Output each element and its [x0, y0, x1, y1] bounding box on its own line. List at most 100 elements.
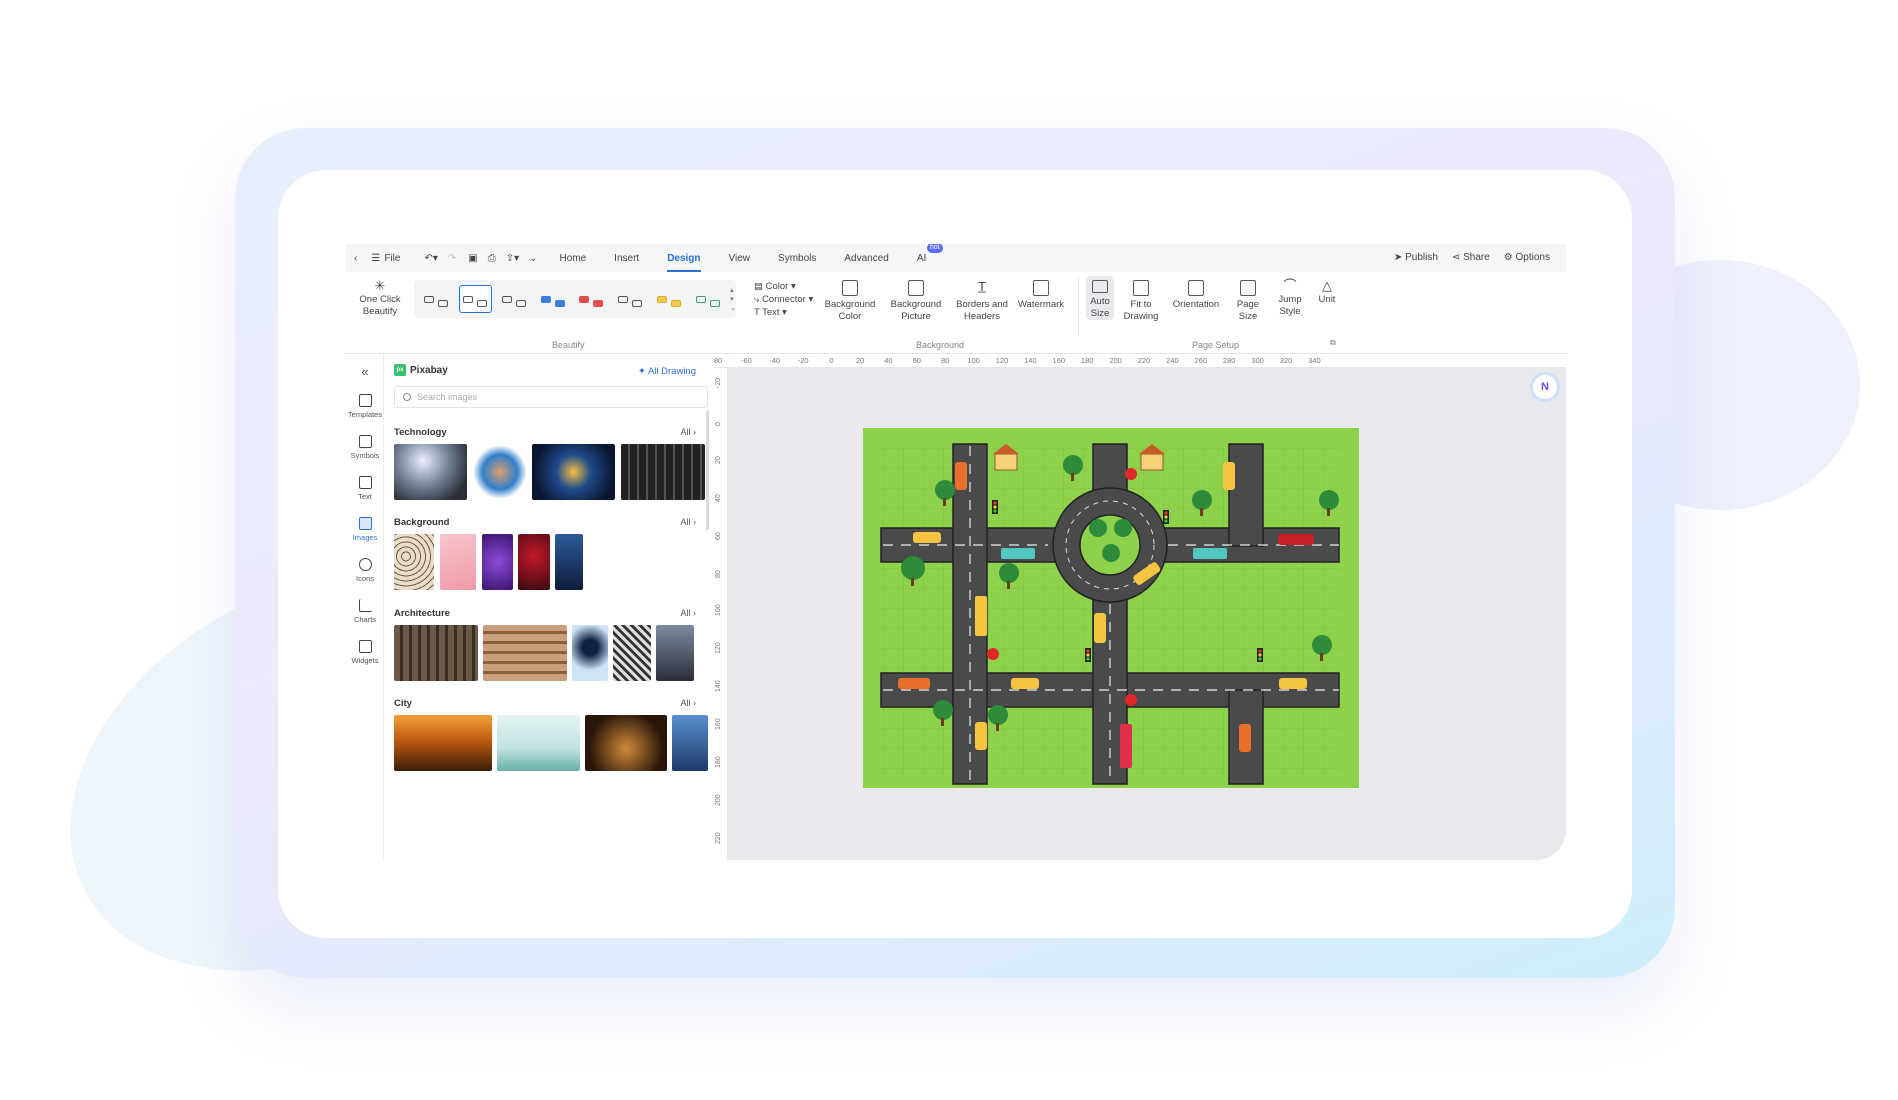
- image-thumb[interactable]: [585, 715, 667, 771]
- style-option[interactable]: [536, 285, 569, 313]
- jump-style-icon: ⌒: [1283, 278, 1297, 293]
- more-icon[interactable]: ⌄: [529, 253, 537, 264]
- image-thumb[interactable]: [572, 625, 608, 681]
- print-icon[interactable]: ⎙: [488, 253, 496, 264]
- jump-style-button[interactable]: ⌒ Jump Style: [1272, 278, 1308, 318]
- one-click-beautify-button[interactable]: ✳ One Click Beautify: [354, 279, 406, 318]
- undo-icon[interactable]: ↶▾: [424, 253, 437, 264]
- ruler-tick-label: 220: [1137, 356, 1151, 365]
- unit-label: Unit: [1318, 294, 1336, 305]
- rail-item-widgets[interactable]: Widgets: [346, 640, 384, 665]
- chevron-left-icon[interactable]: ‹: [354, 253, 357, 264]
- image-thumb[interactable]: [394, 444, 467, 500]
- background-color-button[interactable]: Background Color: [820, 280, 880, 323]
- fit-to-drawing-icon: [1133, 280, 1149, 296]
- image-thumb[interactable]: [613, 625, 651, 681]
- tab-design[interactable]: Design: [667, 253, 701, 272]
- connector-dropdown[interactable]: ⤷ Connector ▾: [754, 293, 813, 306]
- road-map-diagram[interactable]: [863, 428, 1359, 788]
- drawing-canvas[interactable]: N: [728, 368, 1566, 860]
- ruler-tick-label: 60: [715, 532, 722, 540]
- redo-icon[interactable]: ↷: [448, 253, 456, 264]
- file-menu[interactable]: ☰ File: [371, 253, 400, 264]
- image-thumb[interactable]: [532, 444, 615, 500]
- watermark-label: Watermark: [1017, 299, 1065, 310]
- export-icon[interactable]: ⇪▾: [506, 253, 519, 264]
- search-input[interactable]: Search images: [394, 386, 708, 408]
- orientation-icon: [1188, 280, 1204, 296]
- rail-label: Text: [358, 492, 372, 501]
- tab-symbols[interactable]: Symbols: [778, 253, 816, 264]
- rail-item-symbols[interactable]: Symbols: [346, 435, 384, 460]
- style-option[interactable]: [498, 285, 531, 313]
- image-thumb[interactable]: [555, 534, 583, 590]
- tab-home[interactable]: Home: [559, 253, 586, 264]
- background-picture-button[interactable]: Background Picture: [886, 280, 946, 323]
- borders-headers-button[interactable]: T̲ Borders and Headers: [952, 280, 1012, 323]
- page-size-button[interactable]: Page Size: [1230, 280, 1266, 323]
- style-option-selected[interactable]: [458, 285, 492, 313]
- ruler-tick-label: 300: [1251, 356, 1264, 365]
- gallery-scroll-icon[interactable]: ▴ ▾ ⌄: [730, 286, 736, 313]
- panel-scrollbar[interactable]: [706, 410, 709, 530]
- options-label: Options: [1515, 252, 1550, 263]
- ruler-tick-label: 340: [1308, 356, 1321, 365]
- style-option[interactable]: [614, 285, 647, 313]
- rail-label: Charts: [353, 615, 377, 624]
- rail-item-templates[interactable]: Templates: [346, 394, 384, 419]
- section-all-technology[interactable]: All ›: [680, 427, 696, 437]
- gear-icon: ⚙: [1503, 252, 1516, 263]
- background-color-icon: [842, 280, 858, 296]
- rail-item-text[interactable]: Text: [346, 476, 384, 501]
- section-all-city[interactable]: All ›: [680, 698, 696, 708]
- image-thumb[interactable]: [656, 625, 694, 681]
- tab-ai[interactable]: AI hot: [917, 244, 943, 264]
- save-icon[interactable]: ▣: [468, 253, 477, 264]
- watermark-button[interactable]: Watermark: [1016, 280, 1066, 311]
- image-thumb[interactable]: [518, 534, 550, 590]
- charts-icon: [358, 599, 372, 612]
- publish-button[interactable]: ➤ Publish: [1394, 252, 1438, 263]
- expand-dialog-icon[interactable]: ⧉: [1330, 338, 1336, 348]
- all-drawing-link[interactable]: ✦ All Drawing: [638, 366, 696, 377]
- share-button[interactable]: ⋖ Share: [1452, 252, 1490, 263]
- auto-size-button[interactable]: Auto Size: [1086, 276, 1114, 320]
- theme-dropdowns: ▤ Color ▾ ⤷ Connector ▾ T Text ▾: [754, 280, 813, 319]
- section-all-architecture[interactable]: All ›: [680, 608, 696, 618]
- tab-insert[interactable]: Insert: [614, 253, 639, 264]
- style-option[interactable]: [420, 285, 453, 313]
- image-thumb[interactable]: [621, 444, 705, 500]
- image-thumb[interactable]: [394, 715, 492, 771]
- horizontal-ruler: 80 -60 -40 -20 0 20 40 60 80 100 120 140 160 180 200 22…: [714, 354, 1566, 368]
- ai-assistant-button[interactable]: N: [1530, 372, 1560, 402]
- fit-to-drawing-button[interactable]: Fit to Drawing: [1120, 280, 1162, 323]
- tab-view[interactable]: View: [729, 253, 751, 264]
- section-all-background[interactable]: All ›: [680, 517, 696, 527]
- image-thumb[interactable]: [394, 625, 478, 681]
- page-size-label: Page Size: [1236, 299, 1260, 322]
- pixabay-logo-icon: px: [394, 364, 406, 376]
- image-thumb[interactable]: [497, 715, 580, 771]
- collapse-panel-button[interactable]: «: [346, 364, 384, 379]
- image-thumb[interactable]: [394, 534, 434, 590]
- style-option[interactable]: [691, 285, 724, 313]
- orientation-button[interactable]: Orientation: [1168, 280, 1224, 311]
- ruler-tick-label: 20: [715, 456, 722, 464]
- image-thumb[interactable]: [672, 715, 708, 771]
- text-dropdown[interactable]: T Text ▾: [754, 306, 813, 319]
- rail-item-charts[interactable]: Charts: [346, 599, 384, 624]
- color-dropdown[interactable]: ▤ Color ▾: [754, 280, 813, 293]
- style-option[interactable]: [575, 285, 608, 313]
- unit-button[interactable]: △ Unit: [1312, 279, 1342, 306]
- style-option[interactable]: [653, 285, 686, 313]
- rail-item-images[interactable]: Images: [346, 517, 384, 542]
- image-thumb[interactable]: [440, 534, 476, 590]
- image-thumb[interactable]: [474, 444, 526, 500]
- file-label: File: [384, 252, 401, 264]
- tab-advanced[interactable]: Advanced: [844, 253, 888, 264]
- rail-item-icons[interactable]: Icons: [346, 558, 384, 583]
- image-thumb[interactable]: [483, 625, 567, 681]
- image-thumb[interactable]: [482, 534, 513, 590]
- section-title-background: Background: [394, 517, 450, 528]
- options-button[interactable]: ⚙ Options: [1504, 252, 1550, 263]
